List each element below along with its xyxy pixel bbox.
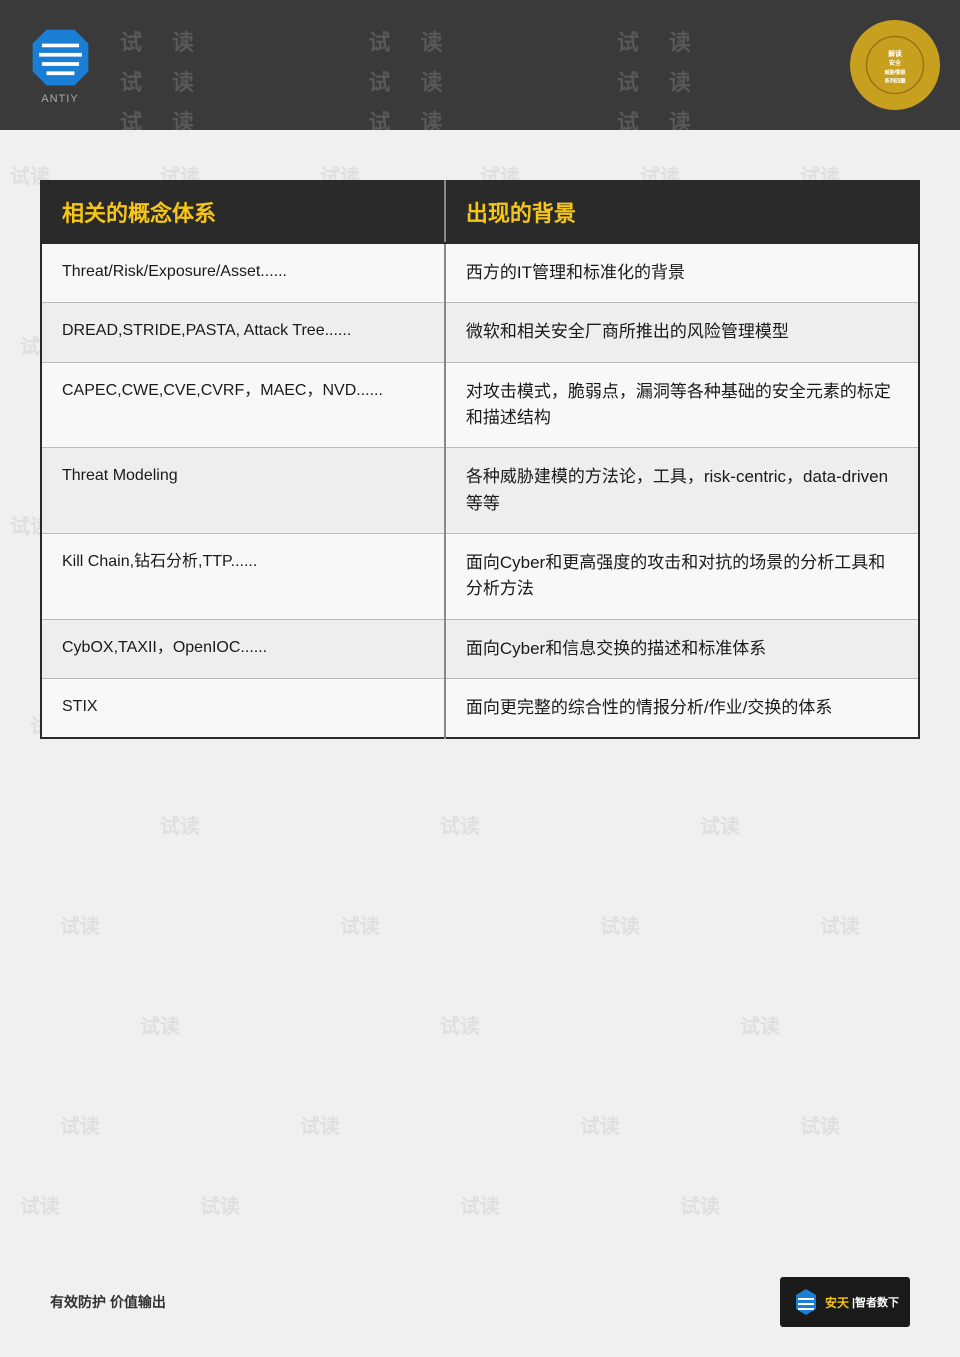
bwm46: 试读 [460,1190,500,1219]
bwm41: 试读 [300,1110,340,1139]
header: ANTIY 试读 试读 试读 试读 试读 试读 试读 试读 试读 试读 试读 试… [0,0,960,130]
bwm32: 试读 [700,810,740,839]
watermark-row-3: 试读 试读 试读 试读 试读 试读 试读 试读 [120,105,830,130]
bwm44: 试读 [20,1190,60,1219]
footer-right: 安天 |智者数下 [780,1277,910,1327]
bwm38: 试读 [440,1010,480,1039]
watermark-row-1: 试读 试读 试读 试读 试读 试读 试读 试读 [120,25,830,57]
concept-table: 相关的概念体系 出现的背景 Threat/Risk/Exposure/Asset… [40,180,920,739]
footer-logo-brand: 安天 [825,1294,849,1311]
footer-logo-icon [791,1287,821,1317]
table-row: CAPEC,CWE,CVE,CVRF，MAEC，NVD......对攻击模式，脆… [41,362,919,448]
background-cell: 微软和相关安全厂商所推出的风险管理模型 [445,303,919,362]
concept-cell: Kill Chain,钻石分析,TTP...... [41,534,445,620]
bwm36: 试读 [820,910,860,939]
header-watermark-area: 试读 试读 试读 试读 试读 试读 试读 试读 试读 试读 试读 试读 试读 试… [120,0,830,130]
background-cell: 面向更完整的综合性的情报分析/作业/交换的体系 [445,679,919,739]
table-row: CybOX,TAXII，OpenIOC......面向Cyber和信息交换的描述… [41,619,919,678]
table-row: STIX面向更完整的综合性的情报分析/作业/交换的体系 [41,679,919,739]
bwm34: 试读 [340,910,380,939]
bwm35: 试读 [600,910,640,939]
concept-cell: CAPEC,CWE,CVE,CVRF，MAEC，NVD...... [41,362,445,448]
background-cell: 西方的IT管理和标准化的背景 [445,243,919,303]
concept-cell: CybOX,TAXII，OpenIOC...... [41,619,445,678]
main-content: 相关的概念体系 出现的背景 Threat/Risk/Exposure/Asset… [0,130,960,789]
footer-left-text: 有效防护 价值输出 [50,1292,166,1312]
concept-cell: STIX [41,679,445,739]
background-cell: 各种威胁建模的方法论，工具，risk-centric，data-driven等等 [445,448,919,534]
bwm45: 试读 [200,1190,240,1219]
footer-logo-slogan: |智者数下 [852,1294,899,1310]
bwm42: 试读 [580,1110,620,1139]
footer: 有效防护 价值输出 安天 |智者数下 [0,1277,960,1327]
svg-text:解读: 解读 [888,49,902,58]
table-row: Kill Chain,钻石分析,TTP......面向Cyber和更高强度的攻击… [41,534,919,620]
background-cell: 面向Cyber和更高强度的攻击和对抗的场景的分析工具和分析方法 [445,534,919,620]
background-cell: 对攻击模式，脆弱点，漏洞等各种基础的安全元素的标定和描述结构 [445,362,919,448]
logo-area: ANTIY [0,0,120,130]
bwm37: 试读 [140,1010,180,1039]
col2-header: 出现的背景 [445,181,919,243]
header-right-logo-inner: 解读 安全 威胁情报 系列四圈 [850,20,940,110]
bwm47: 试读 [680,1190,720,1219]
table-row: DREAD,STRIDE,PASTA, Attack Tree......微软和… [41,303,919,362]
header-right-logo: 解读 安全 威胁情报 系列四圈 [830,0,960,130]
table-row: Threat/Risk/Exposure/Asset......西方的IT管理和… [41,243,919,303]
bwm39: 试读 [740,1010,780,1039]
footer-logo: 安天 |智者数下 [780,1277,910,1327]
bwm31: 试读 [440,810,480,839]
table-header-row: 相关的概念体系 出现的背景 [41,181,919,243]
bwm40: 试读 [60,1110,100,1139]
bwm30: 试读 [160,810,200,839]
background-cell: 面向Cyber和信息交换的描述和标准体系 [445,619,919,678]
right-logo-icon: 解读 安全 威胁情报 系列四圈 [865,35,925,95]
antiy-label: ANTIY [41,93,78,105]
bwm33: 试读 [60,910,100,939]
bwm43: 试读 [800,1110,840,1139]
concept-cell: Threat Modeling [41,448,445,534]
antiy-logo-icon [28,25,93,90]
watermark-row-2: 试读 试读 试读 试读 试读 试读 试读 试读 [120,65,830,97]
col1-header: 相关的概念体系 [41,181,445,243]
concept-cell: Threat/Risk/Exposure/Asset...... [41,243,445,303]
table-row: Threat Modeling各种威胁建模的方法论，工具，risk-centri… [41,448,919,534]
concept-cell: DREAD,STRIDE,PASTA, Attack Tree...... [41,303,445,362]
